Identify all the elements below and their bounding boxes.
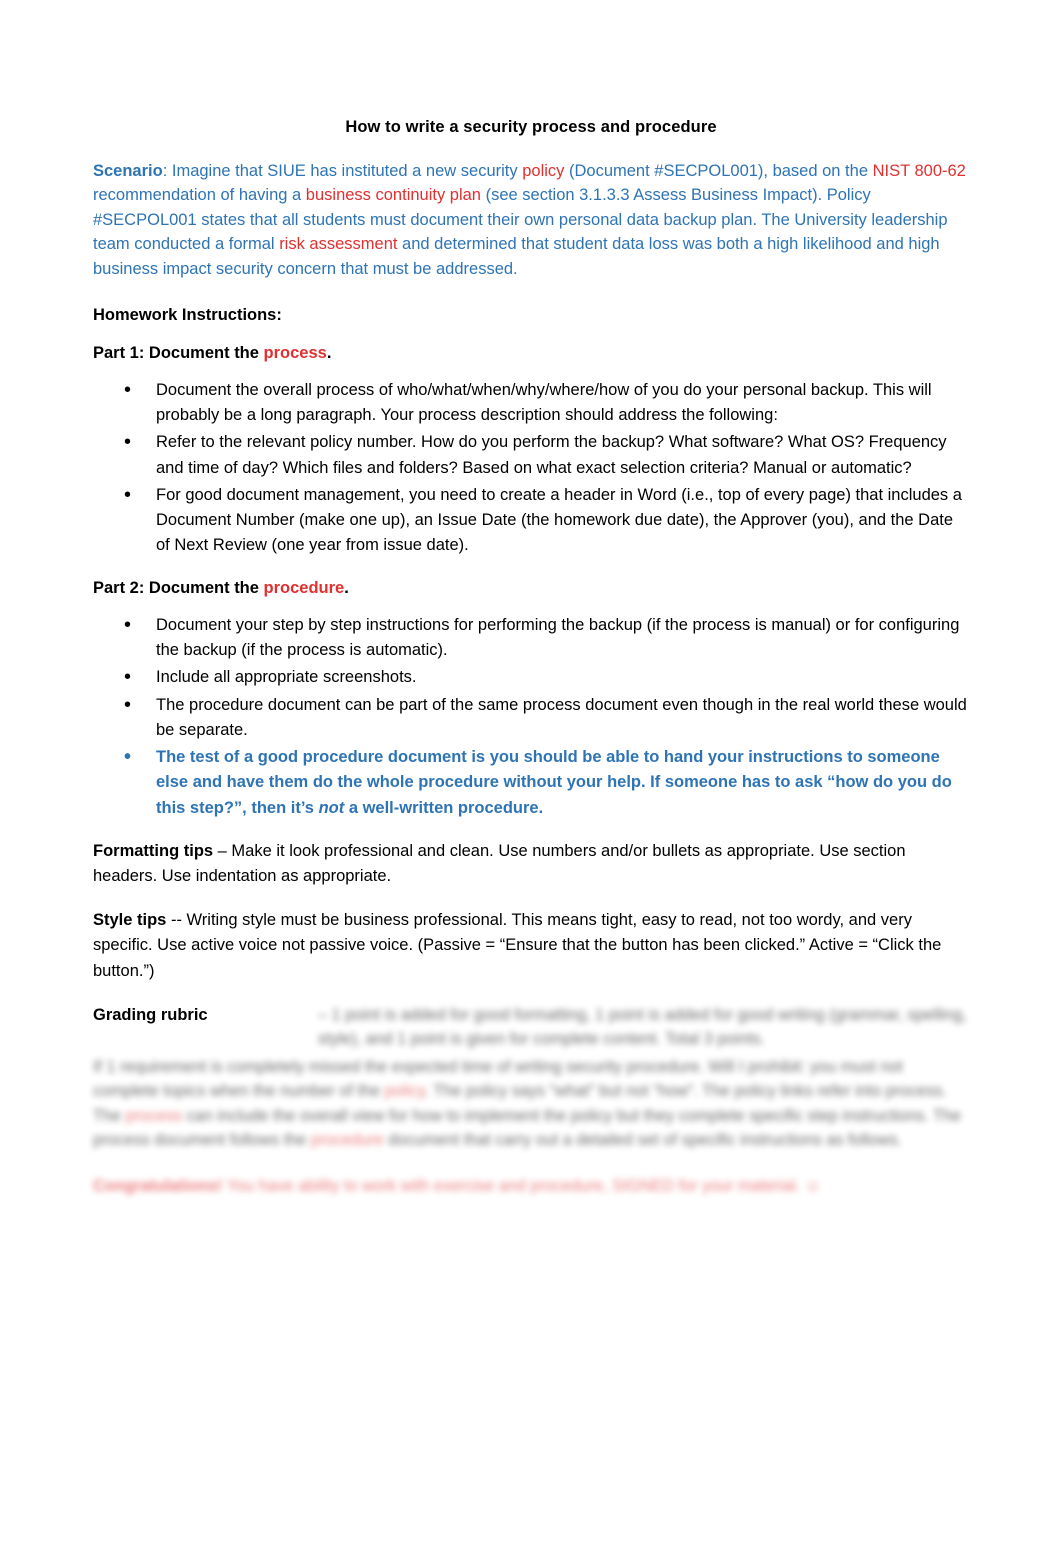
emphasis-text-1: The test of a good procedure document is… [156, 748, 952, 817]
rubric-p2-congrats: Congratulations! [93, 1177, 223, 1196]
part2-heading-prefix: Part 2: Document the [93, 579, 264, 598]
formatting-tips-paragraph: Formatting tips – Make it look professio… [93, 839, 969, 890]
list-item: Refer to the relevant policy number. How… [93, 428, 969, 480]
part2-heading-suffix: . [344, 579, 349, 598]
style-tips-paragraph: Style tips -- Writing style must be busi… [93, 908, 969, 985]
rubric-p1-d: document that carry out a detailed set o… [383, 1130, 902, 1149]
list-item: Include all appropriate screenshots. [93, 663, 969, 691]
scenario-label: Scenario [93, 162, 163, 180]
scenario-risk-keyword: risk assessment [279, 235, 398, 254]
part2-heading: Part 2: Document the procedure. [93, 576, 969, 600]
rubric-p1-process: process [125, 1106, 183, 1125]
grading-rubric-redacted-body: If 1 requirement is completely missed th… [93, 1055, 969, 1198]
list-item-emphasis: The test of a good procedure document is… [93, 743, 969, 821]
list-item: For good document management, you need t… [93, 481, 969, 559]
style-tips-label: Style tips [93, 910, 167, 929]
part2-keyword-procedure: procedure [263, 579, 345, 598]
homework-instructions-heading: Homework Instructions: [93, 306, 282, 325]
scenario-text-3: recommendation of having a [93, 186, 306, 205]
grading-rubric-row: Grading rubric – 1 point is added for go… [93, 1003, 969, 1048]
scenario-text-1: : Imagine that SIUE has instituted a new… [162, 162, 523, 180]
scenario-policy-keyword: policy [522, 162, 565, 180]
list-item: Document your step by step instructions … [93, 611, 969, 663]
list-item: Document the overall process of who/what… [93, 376, 969, 428]
document-page: How to write a security process and proc… [0, 0, 1062, 1556]
formatting-tips-label: Formatting tips [93, 841, 214, 860]
document-body: How to write a security process and proc… [93, 118, 969, 1212]
part1-bullet-list: Document the overall process of who/what… [93, 376, 969, 559]
emphasis-text-2: a well-written procedure. [344, 798, 544, 817]
scenario-nist-keyword: NIST 800-62 [872, 162, 966, 180]
formatting-tips-text: – Make it look professional and clean. U… [93, 841, 906, 886]
emphasis-italic-not: not [318, 798, 345, 817]
scenario-bcp-keyword: business continuity plan [305, 186, 481, 205]
part1-heading-suffix: . [326, 344, 332, 363]
part1-heading-prefix: Part 1: Document the [93, 344, 264, 363]
rubric-p1-procedure: procedure [310, 1130, 384, 1149]
grading-rubric-inline-text: – 1 point is added for good formatting, … [318, 1005, 967, 1048]
list-item: The procedure document can be part of th… [93, 691, 969, 743]
page-title: How to write a security process and proc… [345, 118, 717, 136]
rubric-paragraph-1: If 1 requirement is completely missed th… [93, 1055, 969, 1152]
rubric-p1-policy: policy [384, 1082, 425, 1101]
part2-bullet-list: Document your step by step instructions … [93, 611, 969, 821]
part1-keyword-process: process [263, 344, 327, 363]
rubric-paragraph-2: Congratulations! You have ability to wor… [93, 1174, 969, 1198]
rubric-p2-text: You have ability to work with exercise a… [222, 1177, 822, 1196]
part1-heading: Part 1: Document the process. [93, 341, 969, 365]
style-tips-text: -- Writing style must be business profes… [93, 910, 942, 981]
scenario-text-2: (Document #SECPOL001), based on the [564, 162, 873, 180]
scenario-paragraph: Scenario: Imagine that SIUE has institut… [93, 159, 969, 281]
